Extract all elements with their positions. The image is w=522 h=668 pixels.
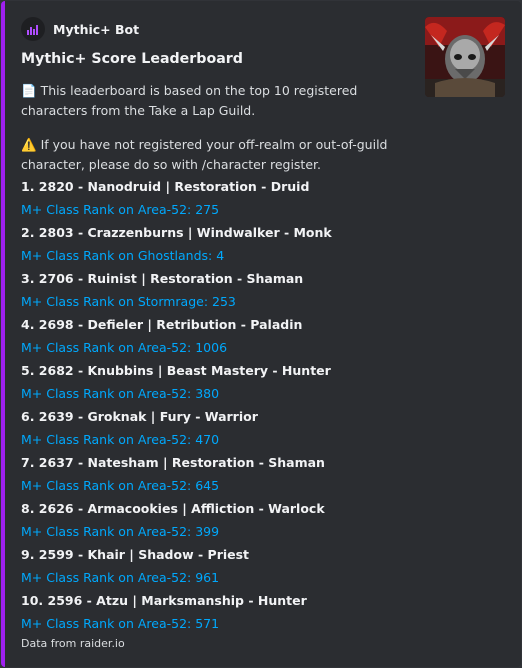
thumbnail-image[interactable] xyxy=(425,17,505,97)
leaderboard-entry: 8. 2626 - Armacookies | Affliction - War… xyxy=(21,499,491,545)
embed-title: Mythic+ Score Leaderboard xyxy=(21,51,243,67)
class-rank-link[interactable]: M+ Class Rank on Area-52: 275 xyxy=(21,200,219,222)
class-rank-link[interactable]: M+ Class Rank on Area-52: 470 xyxy=(21,430,219,452)
entry-title: 9. 2599 - Khair | Shadow - Priest xyxy=(21,547,250,562)
entry-title: 3. 2706 - Ruinist | Restoration - Shaman xyxy=(21,271,304,286)
leaderboard-entry: 9. 2599 - Khair | Shadow - Priest M+ Cla… xyxy=(21,545,491,591)
entry-title: 5. 2682 - Knubbins | Beast Mastery - Hun… xyxy=(21,363,331,378)
class-rank-link[interactable]: M+ Class Rank on Area-52: 1006 xyxy=(21,338,227,360)
leaderboard-entry: 2. 2803 - Crazzenburns | Windwalker - Mo… xyxy=(21,223,491,269)
author-name: Mythic+ Bot xyxy=(53,21,140,37)
entry-title: 8. 2626 - Armacookies | Affliction - War… xyxy=(21,501,325,516)
description-intro: 📄 This leaderboard is based on the top 10… xyxy=(21,81,421,121)
document-icon: 📄 xyxy=(21,83,37,98)
class-rank-link[interactable]: M+ Class Rank on Ghostlands: 4 xyxy=(21,246,224,268)
leaderboard-entry: 7. 2637 - Natesham | Restoration - Shama… xyxy=(21,453,491,499)
leaderboard-embed: Mythic+ Bot Mythic+ Score Leaderboard 📄 T… xyxy=(1,1,521,667)
bar-chart-icon xyxy=(21,17,45,41)
leaderboard-entry: 6. 2639 - Groknak | Fury - Warrior M+ Cl… xyxy=(21,407,491,453)
leaderboard-entry: 5. 2682 - Knubbins | Beast Mastery - Hun… xyxy=(21,361,491,407)
class-rank-link[interactable]: M+ Class Rank on Area-52: 380 xyxy=(21,384,219,406)
entry-title: 1. 2820 - Nanodruid | Restoration - Drui… xyxy=(21,179,310,194)
entry-title: 2. 2803 - Crazzenburns | Windwalker - Mo… xyxy=(21,225,332,240)
leaderboard-entry: 10. 2596 - Atzu | Marksmanship - Hunter … xyxy=(21,591,491,637)
leaderboard-entry: 1. 2820 - Nanodruid | Restoration - Drui… xyxy=(21,177,491,223)
description-line-2: If you have not registered your off-real… xyxy=(21,137,388,172)
entry-title: 6. 2639 - Groknak | Fury - Warrior xyxy=(21,409,258,424)
class-rank-link[interactable]: M+ Class Rank on Area-52: 571 xyxy=(21,614,219,636)
warning-icon: ⚠️ xyxy=(21,137,37,152)
leaderboard-entry: 3. 2706 - Ruinist | Restoration - Shaman… xyxy=(21,269,491,315)
class-rank-link[interactable]: M+ Class Rank on Area-52: 399 xyxy=(21,522,219,544)
description-warning: ⚠️ If you have not registered your off-re… xyxy=(21,135,421,175)
embed-footer: Data from raider.io xyxy=(21,637,125,650)
description-line-1: This leaderboard is based on the top 10 … xyxy=(21,83,358,118)
embed-author: Mythic+ Bot xyxy=(21,17,139,41)
class-rank-link[interactable]: M+ Class Rank on Area-52: 961 xyxy=(21,568,219,590)
entry-title: 7. 2637 - Natesham | Restoration - Shama… xyxy=(21,455,325,470)
class-rank-link[interactable]: M+ Class Rank on Stormrage: 253 xyxy=(21,292,236,314)
leaderboard-entry: 4. 2698 - Defieler | Retribution - Palad… xyxy=(21,315,491,361)
entry-title: 4. 2698 - Defieler | Retribution - Palad… xyxy=(21,317,303,332)
entry-title: 10. 2596 - Atzu | Marksmanship - Hunter xyxy=(21,593,307,608)
class-rank-link[interactable]: M+ Class Rank on Area-52: 645 xyxy=(21,476,219,498)
leaderboard-list: 1. 2820 - Nanodruid | Restoration - Drui… xyxy=(21,177,491,637)
